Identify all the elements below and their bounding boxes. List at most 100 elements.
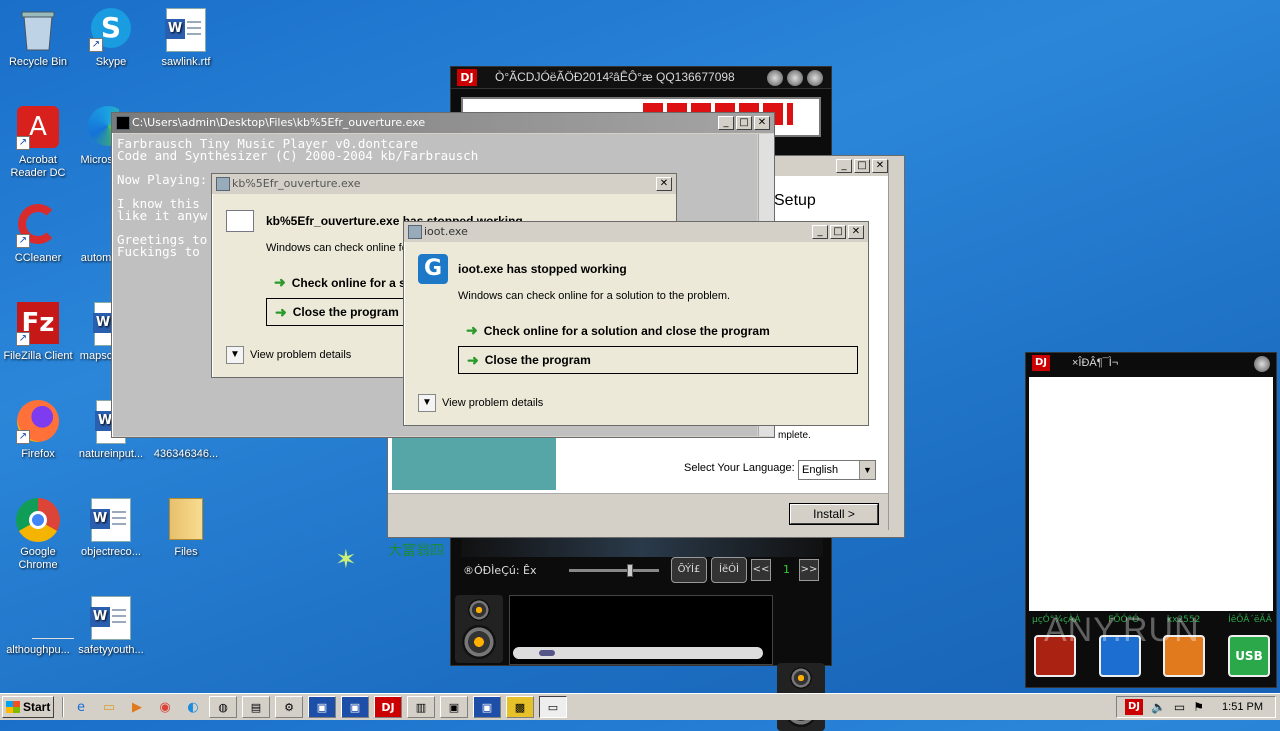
dj-close-button[interactable] [807,70,823,86]
system-tray: DJ 🔈 ▭ ⚑ 1:51 PM [1115,696,1276,718]
green-arrow-icon: ➜ [274,274,286,290]
anyrun-watermark: ANY.RUN [1044,611,1200,649]
desktop-icon-acrobat[interactable]: A ↗ Acrobat Reader DC [0,106,76,180]
wallpaper-sparkle: ✶ [335,545,357,575]
taskbar-item-active[interactable]: ▭ [539,696,567,718]
dj-titlebar[interactable]: DJ Ò°ÃCDJÓëÃÖÐ2014²âÊÔ°æ QQ136677098 [451,67,831,89]
console-close-button[interactable]: ✕ [754,116,770,130]
chevron-down-icon: ▼ [226,346,244,364]
desktop-icon-sawlink[interactable]: sawlink.rtf [148,8,224,69]
media-player-icon[interactable]: ▶ [126,697,148,717]
dj-news-close-button[interactable] [1254,356,1270,372]
dj-stop-button[interactable]: ÍëÓÌ [711,557,747,583]
start-button[interactable]: Start [2,696,54,718]
setup-complete-text: mplete. [778,430,811,441]
file-icon [16,596,74,640]
dj-tray-icon[interactable]: DJ [1124,699,1143,715]
ioot-dialog-subtext: Windows can check online for a solution … [458,290,731,302]
dj-maximize-button[interactable] [787,70,803,86]
dj-minimize-button[interactable] [767,70,783,86]
network-icon[interactable]: ▭ [1174,700,1185,714]
dj-news-content [1029,377,1273,611]
desktop-icon-ccleaner[interactable]: ↗ CCleaner [0,204,76,265]
dj-news-titlebar[interactable]: DJ ×ÎÐÂ¶¯Ì¬ [1026,353,1276,375]
dj-news-window[interactable]: DJ ×ÎÐÂ¶¯Ì¬ µçÓ°¾çÀÀ FÕÓ°Ó kx2552 ÍêÕÂ´ë… [1025,352,1277,688]
desktop-icon-filezilla[interactable]: Fz ↗ FileZilla Client [0,302,76,363]
desktop-icon-skype[interactable]: S ↗ Skype [73,8,149,69]
desktop-icon-firefox[interactable]: ↗ Firefox [0,400,76,461]
setup-footer-text: 大富翁四 [388,543,444,559]
dj-next-button[interactable]: >> [799,559,819,581]
desktop-icon-chrome[interactable]: Google Chrome [0,498,76,572]
windows-logo-icon [6,701,20,713]
filezilla-icon: Fz ↗ [16,302,60,346]
kb-view-details-toggle[interactable]: ▼ View problem details [226,346,351,364]
taskbar-item-files[interactable]: ▤ [242,696,270,718]
recycle-bin-icon [16,8,60,52]
desktop-icon-safetyyouth[interactable]: safetyyouth... [73,596,149,657]
taskbar-item-setup[interactable]: ▣ [308,696,336,718]
chevron-down-icon: ▼ [418,394,436,412]
usb-icon[interactable]: USB [1227,635,1270,677]
taskbar-item-game[interactable]: ▩ [506,696,534,718]
ioot-close-button[interactable]: ✕ [848,225,864,239]
ioot-view-details-toggle[interactable]: ▼ View problem details [418,394,543,412]
console-titlebar[interactable]: C:\Users\admin\Desktop\Files\kb%5Efr_ouv… [112,113,774,133]
chevron-down-icon[interactable]: ▼ [859,461,875,479]
ioot-check-online-button[interactable]: ➜ Check online for a solution and close t… [458,322,770,339]
dj-progress-bar[interactable] [513,647,763,659]
console-minimize-button[interactable]: _ [718,116,734,130]
edge-icon[interactable]: ◐ [182,697,204,717]
dj-prev-button[interactable]: << [751,559,771,581]
word-doc-icon [89,498,133,542]
kb-dialog-subtext: Windows can check online fo [266,242,408,254]
window-app-icon [226,210,254,232]
setup-language-select[interactable]: English ▼ [798,460,876,480]
kb-check-online-button[interactable]: ➜ Check online for a s [266,274,406,291]
clock[interactable]: 1:51 PM [1222,701,1263,713]
console-app-icon [116,116,130,130]
taskbar: Start e ▭ ▶ ◉ ◐ ◍ ▤ ⚙ ▣ ▣ DJ ▥ ▣ ▣ ▩ ▭ D… [0,693,1280,720]
taskbar-item-setup3[interactable]: ▣ [473,696,501,718]
desktop-icon-objectreco[interactable]: objectreco... [73,498,149,559]
taskbar-item-console[interactable]: ▥ [407,696,435,718]
ioot-close-program-button[interactable]: ➜ Close the program [458,346,858,374]
acrobat-icon: A ↗ [16,106,60,150]
taskbar-item-dj2[interactable]: DJ [374,696,402,718]
chrome-icon [16,498,60,542]
setup-install-button[interactable]: Install > [790,504,878,524]
kb-dialog-app-icon [216,177,230,191]
console-maximize-button[interactable]: □ [736,116,752,130]
taskbar-item-dj[interactable]: ◍ [209,696,237,718]
dj-news-title: ×ÎÐÂ¶¯Ì¬ [1072,357,1119,369]
flag-icon[interactable]: ⚑ [1193,700,1204,714]
setup-maximize-button[interactable]: □ [854,159,870,173]
kb-dialog-title: kb%5Efr_ouverture.exe [232,177,361,190]
green-arrow-icon: ➜ [467,351,479,368]
ioot-error-dialog[interactable]: ioot.exe _ □ ✕ G ioot.exe has stopped wo… [403,221,869,426]
taskbar-item-ioot[interactable]: ▣ [440,696,468,718]
setup-minimize-button[interactable]: _ [836,159,852,173]
volume-icon[interactable]: 🔈 [1151,700,1166,714]
explorer-icon[interactable]: ▭ [98,697,120,717]
firefox-icon: ↗ [16,400,60,444]
kb-dialog-titlebar[interactable]: kb%5Efr_ouverture.exe ✕ [212,174,676,194]
setup-close-button[interactable]: ✕ [872,159,888,173]
desktop-icon-files[interactable]: Files [148,498,224,559]
dj-news-tab[interactable]: ÍêÕÂ´ëÃÂ [1228,615,1272,625]
dj-pause-button[interactable]: ÕÝÍ£ [671,557,707,583]
ioot-minimize-button[interactable]: _ [812,225,828,239]
taskbar-item-setup2[interactable]: ▣ [341,696,369,718]
ioot-maximize-button[interactable]: □ [830,225,846,239]
desktop-icon-althoughpu[interactable]: althoughpu... [0,596,76,657]
ioot-dialog-title: ioot.exe [424,225,468,238]
desktop-icon-recycle-bin[interactable]: Recycle Bin [0,8,76,69]
dj-logo-icon: DJ [457,69,477,86]
taskbar-item-app[interactable]: ⚙ [275,696,303,718]
skype-icon: S ↗ [89,8,133,52]
ie-icon[interactable]: e [70,697,92,717]
kb-dialog-close-button[interactable]: ✕ [656,177,672,191]
chrome-icon[interactable]: ◉ [154,697,176,717]
ioot-dialog-titlebar[interactable]: ioot.exe _ □ ✕ [404,222,868,242]
dj-volume-slider[interactable] [569,564,659,577]
